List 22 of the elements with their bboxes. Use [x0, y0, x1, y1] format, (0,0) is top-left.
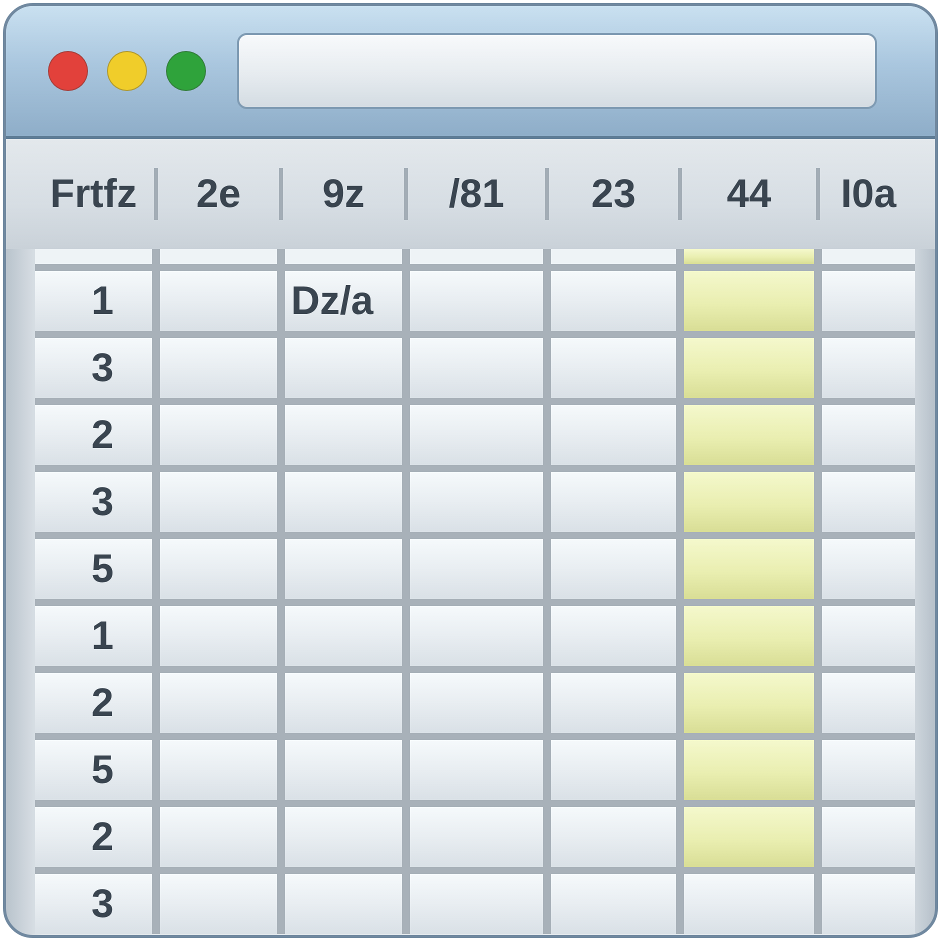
column-header[interactable]: 9z — [322, 171, 365, 217]
minimize-button[interactable] — [107, 51, 147, 91]
zoom-button[interactable] — [166, 51, 206, 91]
row-header: 1 — [35, 606, 152, 666]
close-button[interactable] — [48, 51, 88, 91]
row-header: 5 — [35, 740, 152, 800]
column-header[interactable]: I0a — [840, 171, 896, 217]
row-header: 5 — [35, 539, 152, 599]
column-header[interactable]: Frtfz — [50, 171, 137, 217]
table-cell: Dz/a — [285, 271, 402, 331]
row-header: 3 — [35, 472, 152, 532]
column-header[interactable]: 2e — [196, 171, 241, 217]
row-header: 2 — [35, 673, 152, 733]
row-header: 2 — [35, 405, 152, 465]
row-header: 1 — [35, 271, 152, 331]
row-header: 3 — [35, 874, 152, 934]
address-field[interactable] — [237, 33, 877, 109]
row-header: 3 — [35, 338, 152, 398]
column-header[interactable]: /81 — [448, 171, 504, 217]
row-header: 2 — [35, 807, 152, 867]
column-header[interactable]: 23 — [591, 171, 636, 217]
column-header[interactable]: 44 — [726, 171, 772, 217]
